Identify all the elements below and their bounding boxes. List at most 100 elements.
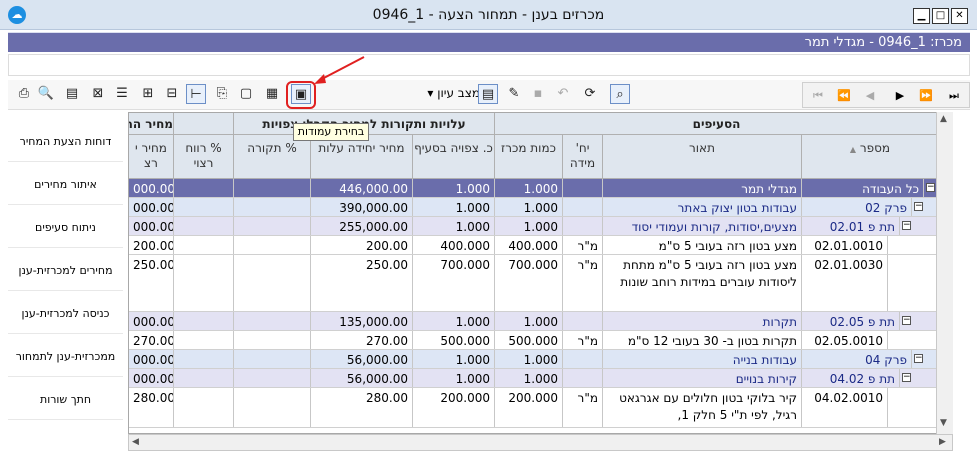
table-row[interactable]: 280.00 280.00 200.000 200.000 מ"ר קיר בל… <box>129 388 952 428</box>
cell-overhead <box>234 331 311 349</box>
stack-icon[interactable]: ☰ <box>112 84 132 104</box>
collapse-icon[interactable]: − <box>926 183 935 192</box>
cell-price: 000.00 <box>129 179 174 197</box>
cell-number: פרק 04 <box>802 350 912 368</box>
scroll-left-icon[interactable]: ◀ <box>132 437 139 447</box>
col-planned-qty[interactable]: כ. צפויה בסעיף <box>413 135 495 179</box>
cell-unit-cost: 135,000.00 <box>311 312 413 330</box>
table-row[interactable]: 000.00 56,000.00 1.000 1.000 עבודות בניי… <box>129 350 952 369</box>
scroll-right-icon[interactable]: ▶ <box>939 437 946 447</box>
prev-record-icon[interactable]: ◀ <box>859 86 881 106</box>
col-profit[interactable]: % רווח רצוי <box>174 135 234 179</box>
cell-overhead <box>234 179 311 197</box>
main-toolbar: ⎙ 🔍 ▤ ⊠ ☰ ⊞ ⊟ ⊢ ⎘ ▢ ▦ ▣ מצב עיון ▾ ▤ ✎ ▪… <box>8 80 970 110</box>
collapse-icon[interactable]: − <box>914 202 923 211</box>
row-section-link[interactable]: חתך שורות <box>8 380 123 420</box>
refresh-icon[interactable]: ⟳ <box>580 84 600 104</box>
table-row[interactable]: 270.00 270.00 500.000 500.000 מ"ר תקרות … <box>129 331 952 350</box>
maximize-button[interactable]: □ <box>932 8 949 24</box>
cell-unit-cost: 390,000.00 <box>311 198 413 216</box>
next-page-icon[interactable]: ⏩ <box>915 86 937 106</box>
group-header-items: הסעיפים <box>495 113 939 135</box>
cell-qty: 1.000 <box>495 217 563 235</box>
collapse-icon[interactable]: − <box>914 354 923 363</box>
col-unit-cost[interactable]: מחיר יחידה עלות <box>311 135 413 179</box>
col-price[interactable]: מחיר י רצ <box>129 135 174 179</box>
search-icon[interactable]: ⌕ <box>610 84 630 104</box>
cell-qty: 1.000 <box>495 198 563 216</box>
view-mode-select[interactable]: מצב עיון ▾ <box>416 86 480 104</box>
cell-description: מצע בטון רזה בעובי 5 ס"מ <box>603 236 802 254</box>
scroll-down-icon[interactable]: ▼ <box>940 418 947 428</box>
copy-icon[interactable]: ⎘ <box>212 84 232 104</box>
report-icon[interactable]: ▤ <box>62 84 82 104</box>
cell-number: תת פ 04.02 <box>802 369 900 387</box>
table-row[interactable]: 000.00 390,000.00 1.000 1.000 עבודות בטו… <box>129 198 952 217</box>
indent-icon[interactable]: ⊢ <box>186 84 206 104</box>
next-record-icon[interactable]: ▶ <box>889 86 911 106</box>
column-chooser-tooltip: בחירת עמודות <box>293 123 369 141</box>
print-icon[interactable]: ⎙ <box>14 84 34 104</box>
collapse-icon[interactable]: − <box>902 221 911 230</box>
table-row[interactable]: 200.00 200.00 400.000 400.000 מ"ר מצע בט… <box>129 236 952 255</box>
table-row[interactable]: 000.00 255,000.00 1.000 1.000 מצעים,יסוד… <box>129 217 952 236</box>
undo-icon[interactable]: ↶ <box>553 84 573 104</box>
cell-planned-qty: 1.000 <box>413 369 495 387</box>
cell-unit-cost: 255,000.00 <box>311 217 413 235</box>
col-number[interactable]: מספר ▲ <box>802 135 939 179</box>
cell-description: קיר בלוקי בטון חלולים עם אגרגאט רגיל, לפ… <box>603 388 802 427</box>
horizontal-scrollbar[interactable]: ◀ ▶ <box>128 434 953 451</box>
prices-to-cloud-link[interactable]: מחירים למכרזית-ענן <box>8 251 123 291</box>
first-record-icon[interactable]: ⏮ <box>807 86 829 106</box>
cloud-to-pricing-link[interactable]: ממכרזית-ענן לתמחור <box>8 337 123 377</box>
annotation-arrow <box>314 56 365 84</box>
last-record-icon[interactable]: ⏭ <box>943 86 965 106</box>
cell-number: כל העבודה <box>802 179 924 197</box>
cell-number: פרק 02 <box>802 198 912 216</box>
tree-collapse-icon[interactable]: ⊟ <box>162 84 182 104</box>
close-button[interactable]: ✕ <box>951 8 968 24</box>
vertical-scrollbar[interactable]: ▲ ▼ <box>936 112 953 434</box>
enter-cloud-link[interactable]: כניסה למכרזית-ענן <box>8 294 123 334</box>
collapse-icon[interactable]: − <box>902 316 911 325</box>
cell-profit <box>174 236 234 254</box>
scroll-up-icon[interactable]: ▲ <box>940 114 947 124</box>
cell-planned-qty: 1.000 <box>413 198 495 216</box>
cell-profit <box>174 198 234 216</box>
cell-unit: מ"ר <box>563 331 603 349</box>
save-icon[interactable]: ▪ <box>528 84 548 104</box>
cell-price: 000.00 <box>129 217 174 235</box>
col-overhead[interactable]: % תקורה <box>234 135 311 179</box>
cell-profit <box>174 388 234 427</box>
cell-description: מצעים,יסודות, קורות ועמודי יסוד <box>603 217 802 235</box>
document-icon[interactable]: ▤ <box>478 84 498 104</box>
table-row[interactable]: 000.00 56,000.00 1.000 1.000 קירות בנויי… <box>129 369 952 388</box>
print-preview-icon[interactable]: 🔍 <box>36 84 56 104</box>
edit-doc-icon[interactable]: ✎ <box>504 84 524 104</box>
table-row[interactable]: 000.00 135,000.00 1.000 1.000 תקרות תת פ… <box>129 312 952 331</box>
new-page-icon[interactable]: ▢ <box>236 84 256 104</box>
excel-icon[interactable]: ⊠ <box>88 84 108 104</box>
cell-unit-cost: 250.00 <box>311 255 413 311</box>
col-qty[interactable]: כמות מכרז <box>495 135 563 179</box>
cell-overhead <box>234 350 311 368</box>
minimize-button[interactable]: ▁ <box>913 8 930 24</box>
prev-page-icon[interactable]: ⏪ <box>833 86 855 106</box>
cell-unit-cost: 446,000.00 <box>311 179 413 197</box>
col-unit[interactable]: יח' מידה <box>563 135 603 179</box>
form-icon[interactable]: ▦ <box>262 84 282 104</box>
table-row[interactable]: 250.00 250.00 700.000 700.000 מ"ר מצע בט… <box>129 255 952 312</box>
tree-expand-icon[interactable]: ⊞ <box>138 84 158 104</box>
cell-number: 04.02.0010 <box>802 388 888 427</box>
col-description[interactable]: תאור <box>603 135 802 179</box>
cell-number: תת פ 02.05 <box>802 312 900 330</box>
table-row[interactable]: 000.00 446,000.00 1.000 1.000 מגדלי תמר … <box>129 179 952 198</box>
item-analysis-link[interactable]: ניתוח סעיפים <box>8 208 123 248</box>
cell-qty: 1.000 <box>495 312 563 330</box>
cell-price: 200.00 <box>129 236 174 254</box>
find-prices-link[interactable]: איתור מחירים <box>8 165 123 205</box>
quote-reports-link[interactable]: דוחות הצעת המחיר <box>8 122 123 162</box>
cell-planned-qty: 1.000 <box>413 179 495 197</box>
cell-price: 270.00 <box>129 331 174 349</box>
collapse-icon[interactable]: − <box>902 373 911 382</box>
